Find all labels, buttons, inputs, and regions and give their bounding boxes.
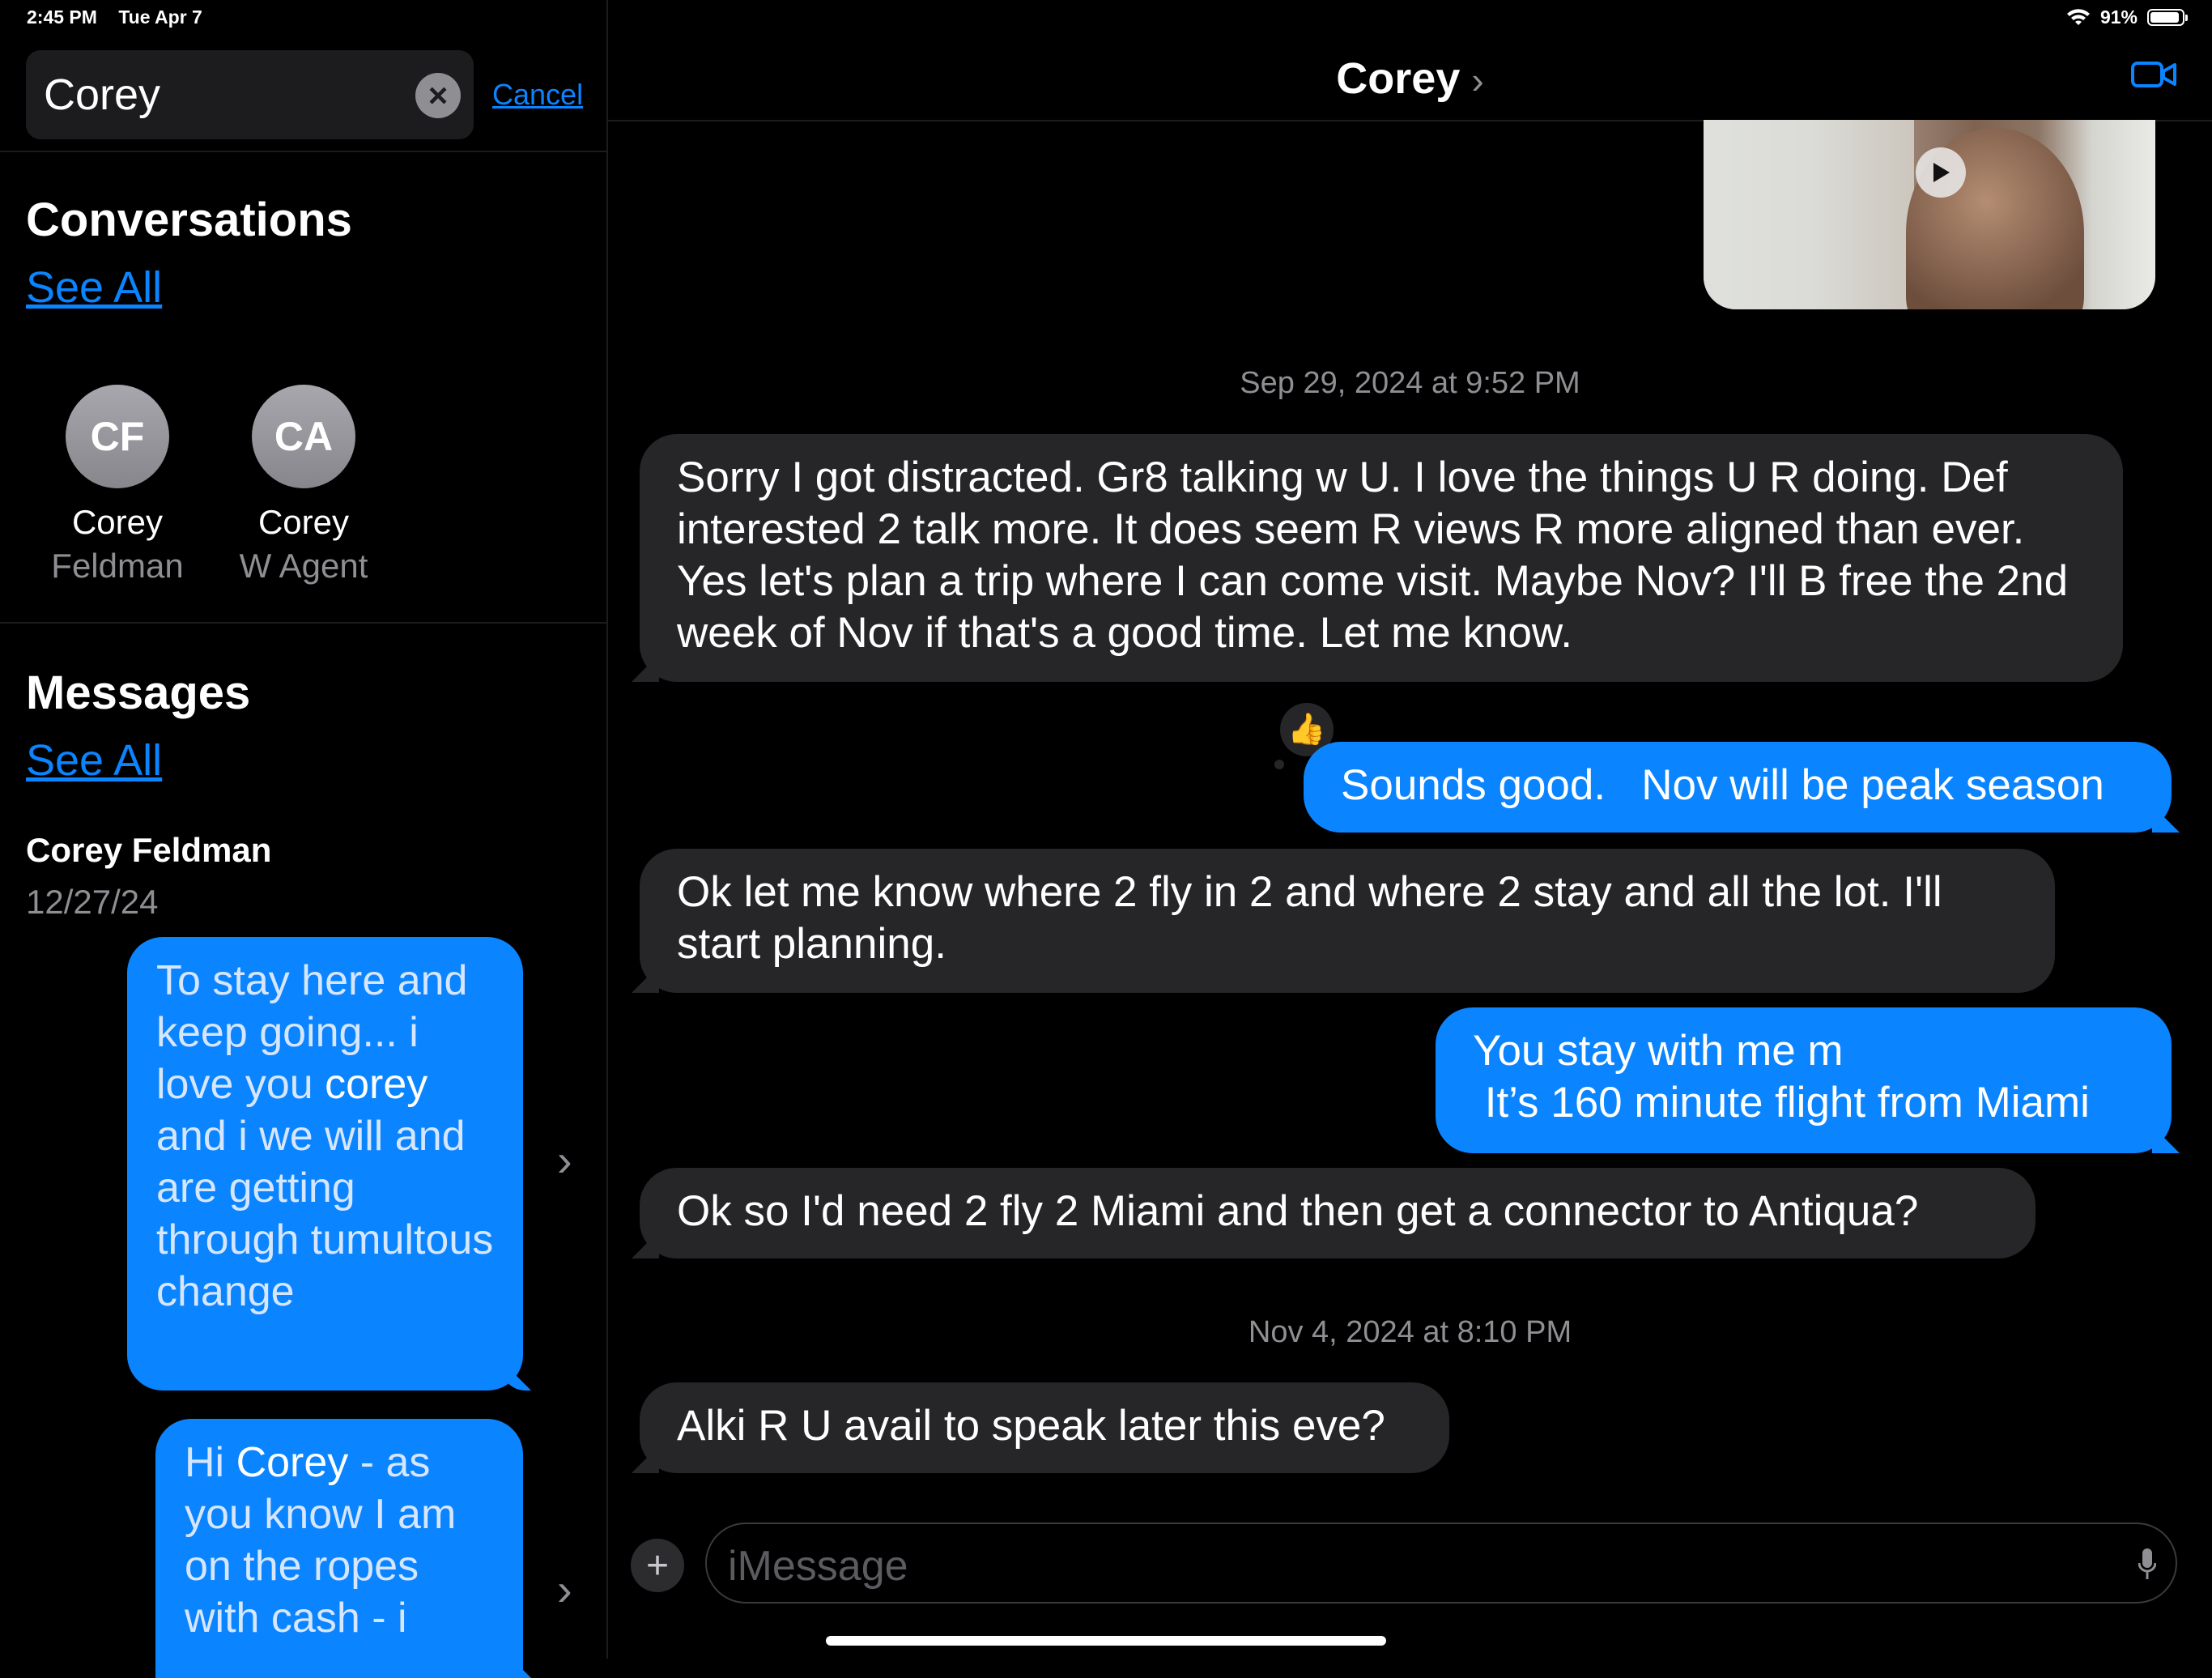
message-result-sender: Corey Feldman <box>26 831 272 869</box>
avatar: CA <box>252 385 355 488</box>
outgoing-message[interactable]: You stay with me m It’s 160 minute fligh… <box>1436 1007 2172 1153</box>
contact-second-line: Feldman <box>51 547 184 585</box>
conversations-heading: Conversations <box>26 194 352 246</box>
divider <box>0 151 606 152</box>
message-timestamp: Sep 29, 2024 at 9:52 PM <box>608 366 2212 401</box>
message-timestamp: Nov 4, 2024 at 8:10 PM <box>608 1315 2212 1350</box>
cancel-button[interactable]: Cancel <box>492 78 583 112</box>
mic-icon[interactable] <box>2138 1547 2156 1581</box>
contact-corey-feldman[interactable]: CF Corey Feldman <box>36 385 198 586</box>
incoming-message[interactable]: Sorry I got distracted. Gr8 talking w U.… <box>640 434 2123 682</box>
contact-first-name: Corey <box>71 503 164 541</box>
incoming-message[interactable]: Ok so I'd need 2 fly 2 Miami and then ge… <box>640 1168 2035 1258</box>
timestamp-time: at 8:10 PM <box>1423 1315 1572 1349</box>
contact-first-name: Corey <box>257 503 350 541</box>
video-call-icon[interactable] <box>2131 58 2176 91</box>
message-compose-field[interactable]: iMessage <box>705 1523 2177 1603</box>
outgoing-message[interactable]: Sounds good. Nov will be peak season <box>1304 742 2172 833</box>
avatar: CF <box>66 385 169 488</box>
conversation-title[interactable]: Corey › <box>608 53 2212 104</box>
timestamp-time: at 9:52 PM <box>1431 366 1580 400</box>
timestamp-date: Sep 29, 2024 <box>1240 366 1423 400</box>
home-indicator[interactable] <box>826 1636 1386 1646</box>
divider <box>0 622 606 624</box>
contact-second-line: W Agent <box>239 547 368 585</box>
chevron-right-icon[interactable]: › <box>1471 59 1483 101</box>
search-match: corey <box>325 1061 428 1108</box>
bubble-text: Hi <box>185 1439 236 1486</box>
incoming-message[interactable]: Alki R U avail to speak later this eve? <box>640 1382 1449 1473</box>
conversation-pane: Corey › Sep 29, 2024 at 9:52 PM Sorry I g… <box>608 0 2212 1659</box>
contact-name[interactable]: Corey <box>1336 54 1460 103</box>
messages-see-all-link[interactable]: See All <box>26 735 162 786</box>
bubble-text: and i we will and are getting through tu… <box>156 1113 494 1315</box>
plus-icon[interactable]: + <box>631 1539 684 1592</box>
play-icon[interactable] <box>1916 147 1966 198</box>
incoming-message[interactable]: Ok let me know where 2 fly in 2 and wher… <box>640 849 2055 993</box>
messages-heading: Messages <box>26 667 251 719</box>
timestamp-date: Nov 4, 2024 <box>1248 1315 1414 1349</box>
video-attachment[interactable] <box>1704 120 2155 309</box>
search-input[interactable]: Corey × <box>26 50 474 139</box>
tapback-tail <box>1274 760 1284 769</box>
message-result-bubble[interactable]: To stay here and keep going... i love yo… <box>127 937 523 1391</box>
conversations-see-all-link[interactable]: See All <box>26 262 162 313</box>
chevron-right-icon[interactable]: › <box>557 1563 572 1616</box>
sidebar: Corey × Cancel Conversations See All CF … <box>0 0 608 1678</box>
video-thumbnail-background <box>1704 120 1914 309</box>
contact-corey-w-agent[interactable]: CA Corey W Agent <box>223 385 385 586</box>
clear-icon[interactable]: × <box>415 73 461 118</box>
message-result-bubble[interactable]: Hi Corey - as you know I am on the ropes… <box>155 1419 523 1678</box>
chevron-right-icon[interactable]: › <box>557 1134 572 1186</box>
compose-placeholder[interactable]: iMessage <box>728 1542 908 1591</box>
message-result-date: 12/27/24 <box>26 883 159 921</box>
conversation-header: Corey › <box>608 0 2212 121</box>
search-input-value[interactable]: Corey <box>44 70 160 120</box>
search-match: Corey <box>236 1439 349 1486</box>
